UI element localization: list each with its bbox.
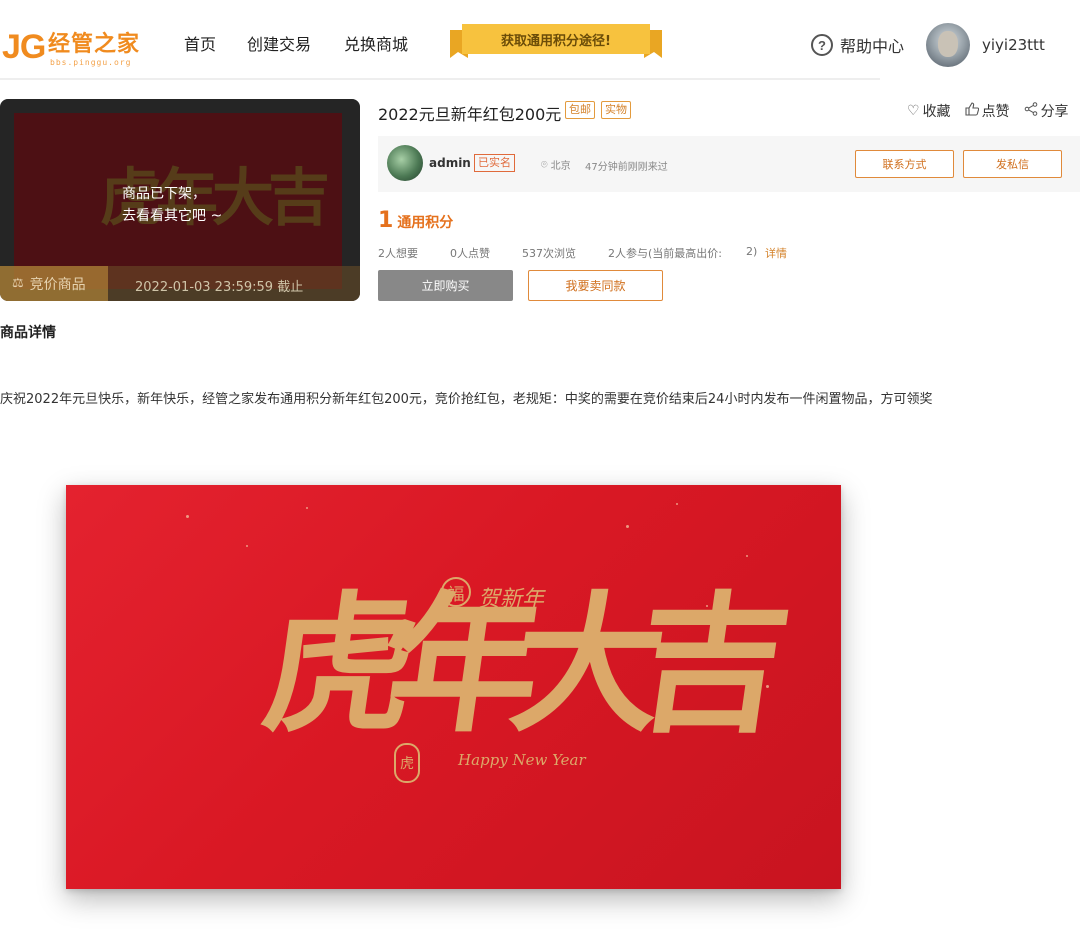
- nav-home[interactable]: 首页: [184, 35, 216, 55]
- logo-domain: bbs.pinggu.org: [50, 58, 132, 67]
- stat-likes: 0人点赞: [450, 247, 490, 260]
- like-button[interactable]: 点赞: [965, 101, 1010, 121]
- favorite-button[interactable]: ♡ 收藏: [907, 101, 951, 121]
- badge-physical: 实物: [601, 101, 631, 119]
- tiger-seal: 虎: [394, 743, 420, 783]
- offline-message-line2: 去看看其它吧 ~: [122, 208, 223, 224]
- seller-name[interactable]: admin: [429, 156, 471, 170]
- product-description: 庆祝2022年元旦快乐，新年快乐，经管之家发布通用积分新年红包200元，竞价抢红…: [0, 392, 933, 407]
- stat-views: 537次浏览: [522, 247, 576, 260]
- speckle: [746, 555, 748, 557]
- logo-name: 经管之家: [48, 32, 141, 57]
- logo-mark: JG: [2, 28, 46, 66]
- top-header: JG 经管之家 bbs.pinggu.org 首页 创建交易 兑换商城 获取通用…: [0, 0, 1080, 80]
- product-title: 2022元旦新年红包200元: [378, 105, 562, 124]
- share-button[interactable]: 分享: [1024, 101, 1069, 121]
- auction-tag-label: 竞价商品: [29, 276, 86, 293]
- header-divider: [0, 78, 880, 80]
- red-envelope-image: 虎年大吉 福 贺新年 虎 Happy New Year: [66, 485, 841, 889]
- product-detail-heading: 商品详情: [0, 325, 56, 341]
- seller-location: ⌾ 北京: [541, 157, 571, 173]
- price-unit: 通用积分: [397, 215, 454, 231]
- buy-now-button[interactable]: 立即购买: [378, 270, 513, 301]
- user-avatar[interactable]: [926, 23, 970, 67]
- card-english-greeting: Happy New Year: [458, 751, 586, 769]
- send-message-button[interactable]: 发私信: [963, 150, 1062, 178]
- speckle: [626, 525, 629, 528]
- heart-icon: ♡: [907, 103, 920, 119]
- card-greeting: 贺新年: [478, 587, 545, 612]
- offline-message-line1: 商品已下架，: [122, 186, 206, 202]
- seller-info: admin 已实名 ⌾ 北京 47分钟前刚刚来过 联系方式 发私信: [378, 136, 1080, 192]
- stat-highest-bid: 2): [746, 245, 758, 258]
- product-actions: ♡ 收藏 点赞 分享: [907, 101, 1069, 121]
- question-icon: ?: [811, 34, 833, 56]
- points-guide-banner[interactable]: 获取通用积分途径!: [450, 22, 662, 60]
- help-center-link[interactable]: ? 帮助中心: [811, 33, 904, 57]
- nav-create-trade[interactable]: 创建交易: [247, 35, 311, 55]
- seller-location-text: 北京: [550, 161, 571, 172]
- seller-avatar[interactable]: [387, 145, 423, 181]
- sell-same-button[interactable]: 我要卖同款: [528, 270, 663, 301]
- badge-free-shipping: 包邮: [565, 101, 595, 119]
- bid-details-link[interactable]: 详情: [765, 245, 787, 261]
- banner-text: 获取通用积分途径!: [501, 34, 611, 49]
- share-label: 分享: [1040, 104, 1069, 120]
- speckle: [766, 685, 769, 688]
- auction-tag: ⚖ 竞价商品: [0, 266, 108, 301]
- product-price: 1 通用积分: [378, 208, 453, 233]
- stat-bids: 2人参与(当前最高出价:: [608, 247, 722, 260]
- fu-seal: 福: [441, 577, 471, 607]
- offline-message: 商品已下架， 去看看其它吧 ~: [122, 183, 222, 227]
- nav-exchange-mall[interactable]: 兑换商城: [344, 35, 408, 55]
- username[interactable]: yiyi23ttt: [982, 36, 1045, 54]
- contact-button[interactable]: 联系方式: [855, 150, 954, 178]
- thumbs-up-icon: [965, 102, 979, 120]
- auction-deadline: 2022-01-03 23:59:59 截止: [135, 280, 304, 295]
- help-center-label: 帮助中心: [840, 37, 905, 56]
- share-icon: [1024, 102, 1038, 120]
- speckle: [306, 507, 308, 509]
- stat-wants: 2人想要: [378, 247, 418, 260]
- price-value: 1: [378, 208, 394, 233]
- location-pin-icon: ⌾: [541, 157, 548, 171]
- gavel-icon: ⚖: [12, 276, 24, 291]
- speckle: [186, 515, 189, 518]
- speckle: [246, 545, 248, 547]
- like-label: 点赞: [981, 104, 1010, 120]
- verified-badge: 已实名: [474, 154, 515, 172]
- seller-last-seen: 47分钟前刚刚来过: [585, 162, 668, 173]
- speckle: [676, 503, 678, 505]
- favorite-label: 收藏: [922, 104, 951, 120]
- site-logo[interactable]: JG 经管之家 bbs.pinggu.org: [2, 28, 152, 72]
